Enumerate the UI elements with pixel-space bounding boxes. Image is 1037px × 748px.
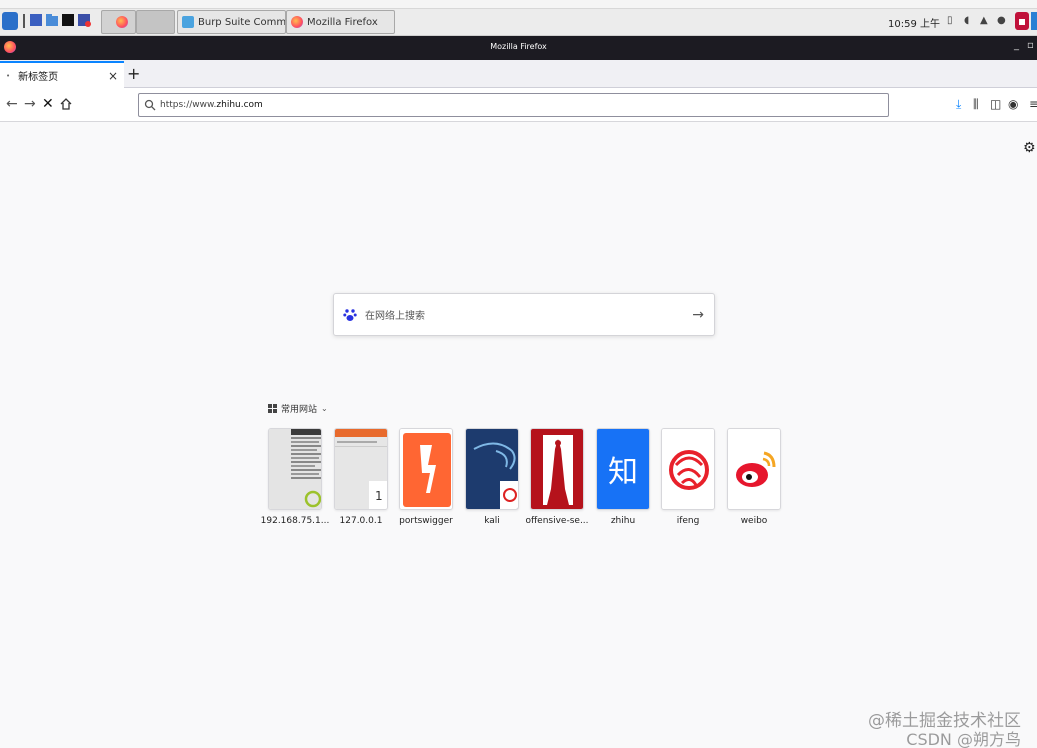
window-title: Mozilla Firefox bbox=[490, 42, 547, 51]
portswigger-logo-icon bbox=[400, 429, 452, 509]
new-tab-page: ⚙ 在网络上搜索 → 常用网站 ⌄ 192.168.75.1... 1 127.… bbox=[0, 123, 1037, 748]
tab-indicator-icon: • bbox=[6, 71, 11, 80]
app-launcher-icon[interactable] bbox=[2, 12, 18, 30]
taskbar-blank-button[interactable] bbox=[136, 10, 175, 34]
notification-bell-icon[interactable]: ▲ bbox=[980, 15, 988, 26]
top-site-tile-weibo[interactable]: weibo bbox=[727, 428, 783, 526]
ifeng-logo-icon bbox=[662, 429, 714, 509]
top-site-tile-kali[interactable]: kali bbox=[465, 428, 521, 526]
minimize-icon[interactable]: _ bbox=[1014, 40, 1019, 51]
tile-label: 192.168.75.1... bbox=[260, 516, 330, 526]
maximize-icon[interactable]: ▫ bbox=[1027, 40, 1034, 51]
downloads-icon[interactable]: ⤓ bbox=[956, 97, 961, 112]
navigation-toolbar: ← → ✕ https://www.zhihu.com ⤓ ⫼ ◫ ◉ ≡ bbox=[0, 88, 1037, 122]
grid-icon bbox=[268, 404, 277, 413]
baidu-paw-icon bbox=[343, 308, 357, 321]
tile-label: portswigger bbox=[399, 516, 453, 526]
tab-new-tab[interactable]: • 新标签页 × bbox=[0, 61, 124, 88]
tile-label: ifeng bbox=[676, 516, 700, 526]
tile-label: weibo bbox=[740, 516, 768, 526]
terminal-icon[interactable] bbox=[61, 13, 75, 27]
chevron-down-icon: ⌄ bbox=[321, 404, 328, 413]
watermark-csdn: CSDN @朔方鸟 bbox=[906, 730, 1021, 748]
os-taskbar: Burp Suite Community E... Mozilla Firefo… bbox=[0, 0, 1037, 36]
site-thumbnail bbox=[399, 428, 453, 510]
site-thumbnail bbox=[661, 428, 715, 510]
top-sites-title: 常用网站 bbox=[281, 405, 318, 415]
close-icon[interactable]: × bbox=[108, 69, 118, 83]
top-sites-header[interactable]: 常用网站 ⌄ bbox=[268, 402, 328, 415]
taskbar-window-firefox[interactable]: Mozilla Firefox bbox=[286, 10, 395, 34]
site-thumbnail: 1 bbox=[334, 428, 388, 510]
sidebar-icon[interactable]: ◫ bbox=[990, 97, 1001, 111]
tab-label: 新标签页 bbox=[18, 72, 59, 83]
url-text: https://www.zhihu.com bbox=[160, 100, 263, 110]
arrow-right-icon[interactable]: → bbox=[692, 307, 704, 323]
home-icon[interactable] bbox=[60, 98, 72, 110]
file-manager-icon[interactable] bbox=[45, 13, 59, 27]
gear-icon[interactable]: ⚙ bbox=[1023, 140, 1036, 156]
top-site-tile-offensive-security[interactable]: offensive-se... bbox=[525, 428, 589, 526]
site-thumbnail bbox=[727, 428, 781, 510]
zhihu-glyph: 知 bbox=[608, 455, 638, 490]
menu-icon[interactable]: ≡ bbox=[1029, 97, 1037, 111]
clipboard-icon[interactable]: ▯ bbox=[947, 15, 953, 26]
power-icon[interactable]: ● bbox=[997, 15, 1006, 26]
taskbar-separator bbox=[23, 14, 25, 28]
firefox-icon bbox=[116, 16, 128, 28]
url-bar[interactable]: https://www.zhihu.com bbox=[138, 93, 889, 117]
search-icon bbox=[144, 99, 156, 111]
user-lock-icon[interactable] bbox=[1015, 12, 1029, 30]
taskbar-firefox-launcher[interactable] bbox=[101, 10, 136, 34]
burp-launcher-icon[interactable] bbox=[77, 13, 91, 27]
desktop-icon[interactable] bbox=[29, 13, 43, 27]
top-site-tile-zhihu[interactable]: 知 zhihu bbox=[596, 428, 652, 526]
tile-label: offensive-se... bbox=[525, 516, 589, 526]
zhihu-logo-icon: 知 bbox=[596, 428, 650, 510]
top-site-tile-ifeng[interactable]: ifeng bbox=[661, 428, 717, 526]
stop-icon[interactable]: ✕ bbox=[42, 96, 54, 112]
network-icon[interactable] bbox=[1031, 12, 1037, 30]
tile-badge: 1 bbox=[375, 489, 383, 503]
site-thumbnail bbox=[465, 428, 519, 510]
window-titlebar: Mozilla Firefox _ ▫ bbox=[0, 36, 1037, 60]
offensive-security-logo-icon bbox=[531, 429, 583, 509]
top-site-tile-127-0-0-1[interactable]: 1 127.0.0.1 bbox=[334, 428, 390, 526]
page-screenshot-thumbnail bbox=[269, 429, 321, 509]
search-placeholder: 在网络上搜索 bbox=[365, 311, 425, 322]
back-icon[interactable]: ← bbox=[6, 96, 18, 112]
weibo-logo-icon bbox=[728, 429, 780, 509]
site-thumbnail bbox=[268, 428, 322, 510]
account-icon[interactable]: ◉ bbox=[1008, 97, 1018, 111]
taskbar-window-label: Mozilla Firefox bbox=[307, 16, 378, 28]
library-icon[interactable]: ⫼ bbox=[973, 97, 979, 112]
top-site-tile-192-168-75-1[interactable]: 192.168.75.1... bbox=[261, 428, 329, 526]
taskbar-window-label: Burp Suite Community E... bbox=[198, 16, 286, 28]
new-tab-button[interactable]: + bbox=[127, 64, 140, 83]
firefox-icon bbox=[291, 16, 303, 28]
forward-icon[interactable]: → bbox=[24, 96, 36, 112]
tab-strip: • 新标签页 × + bbox=[0, 60, 1037, 88]
tile-label: kali bbox=[484, 516, 500, 526]
taskbar-clock[interactable]: 10:59 上午 bbox=[888, 15, 940, 30]
kali-dragon-icon bbox=[466, 429, 518, 509]
tile-label: 127.0.0.1 bbox=[339, 516, 383, 526]
taskbar-window-burp[interactable]: Burp Suite Community E... bbox=[177, 10, 286, 34]
volume-icon[interactable]: ◖ bbox=[964, 15, 969, 26]
burp-icon bbox=[182, 16, 194, 28]
site-thumbnail bbox=[530, 428, 584, 510]
tile-label: zhihu bbox=[610, 516, 636, 526]
web-search-box[interactable]: 在网络上搜索 → bbox=[333, 293, 715, 336]
taskbar-top-strip bbox=[0, 0, 1037, 9]
top-site-tile-portswigger[interactable]: portswigger bbox=[399, 428, 455, 526]
